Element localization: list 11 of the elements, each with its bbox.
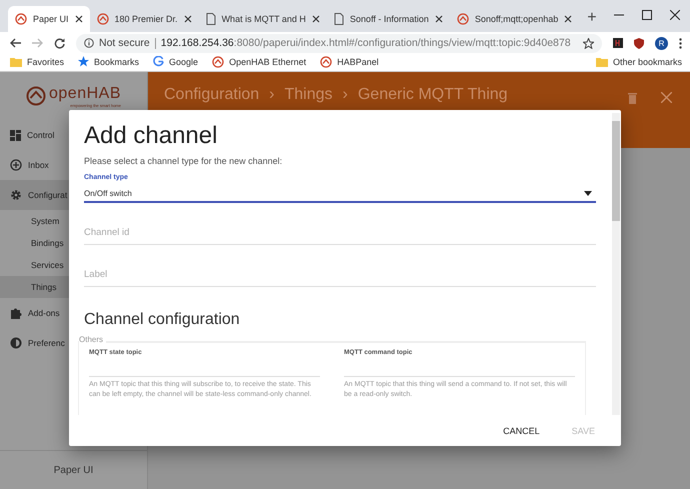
breadcrumb-item: Generic MQTT Thing bbox=[358, 86, 508, 104]
breadcrumb-separator: › bbox=[342, 86, 348, 104]
section-title: Channel configuration bbox=[84, 311, 241, 329]
breadcrumb-separator: › bbox=[269, 86, 274, 104]
url-text: 192.168.254.36:8080/paperui/index.html#/configuration/things/view/mqtt:topic:9d40e878 bbox=[160, 37, 572, 49]
dialog-title: Add channel bbox=[84, 122, 218, 150]
logo-text: openHAB bbox=[49, 84, 121, 102]
group-legend: Others bbox=[79, 335, 106, 344]
security-label: Not secure bbox=[99, 37, 150, 49]
dialog-description: Please select a channel type for the new channel: bbox=[84, 156, 284, 166]
sidebar-footer: Paper UI bbox=[0, 450, 147, 489]
